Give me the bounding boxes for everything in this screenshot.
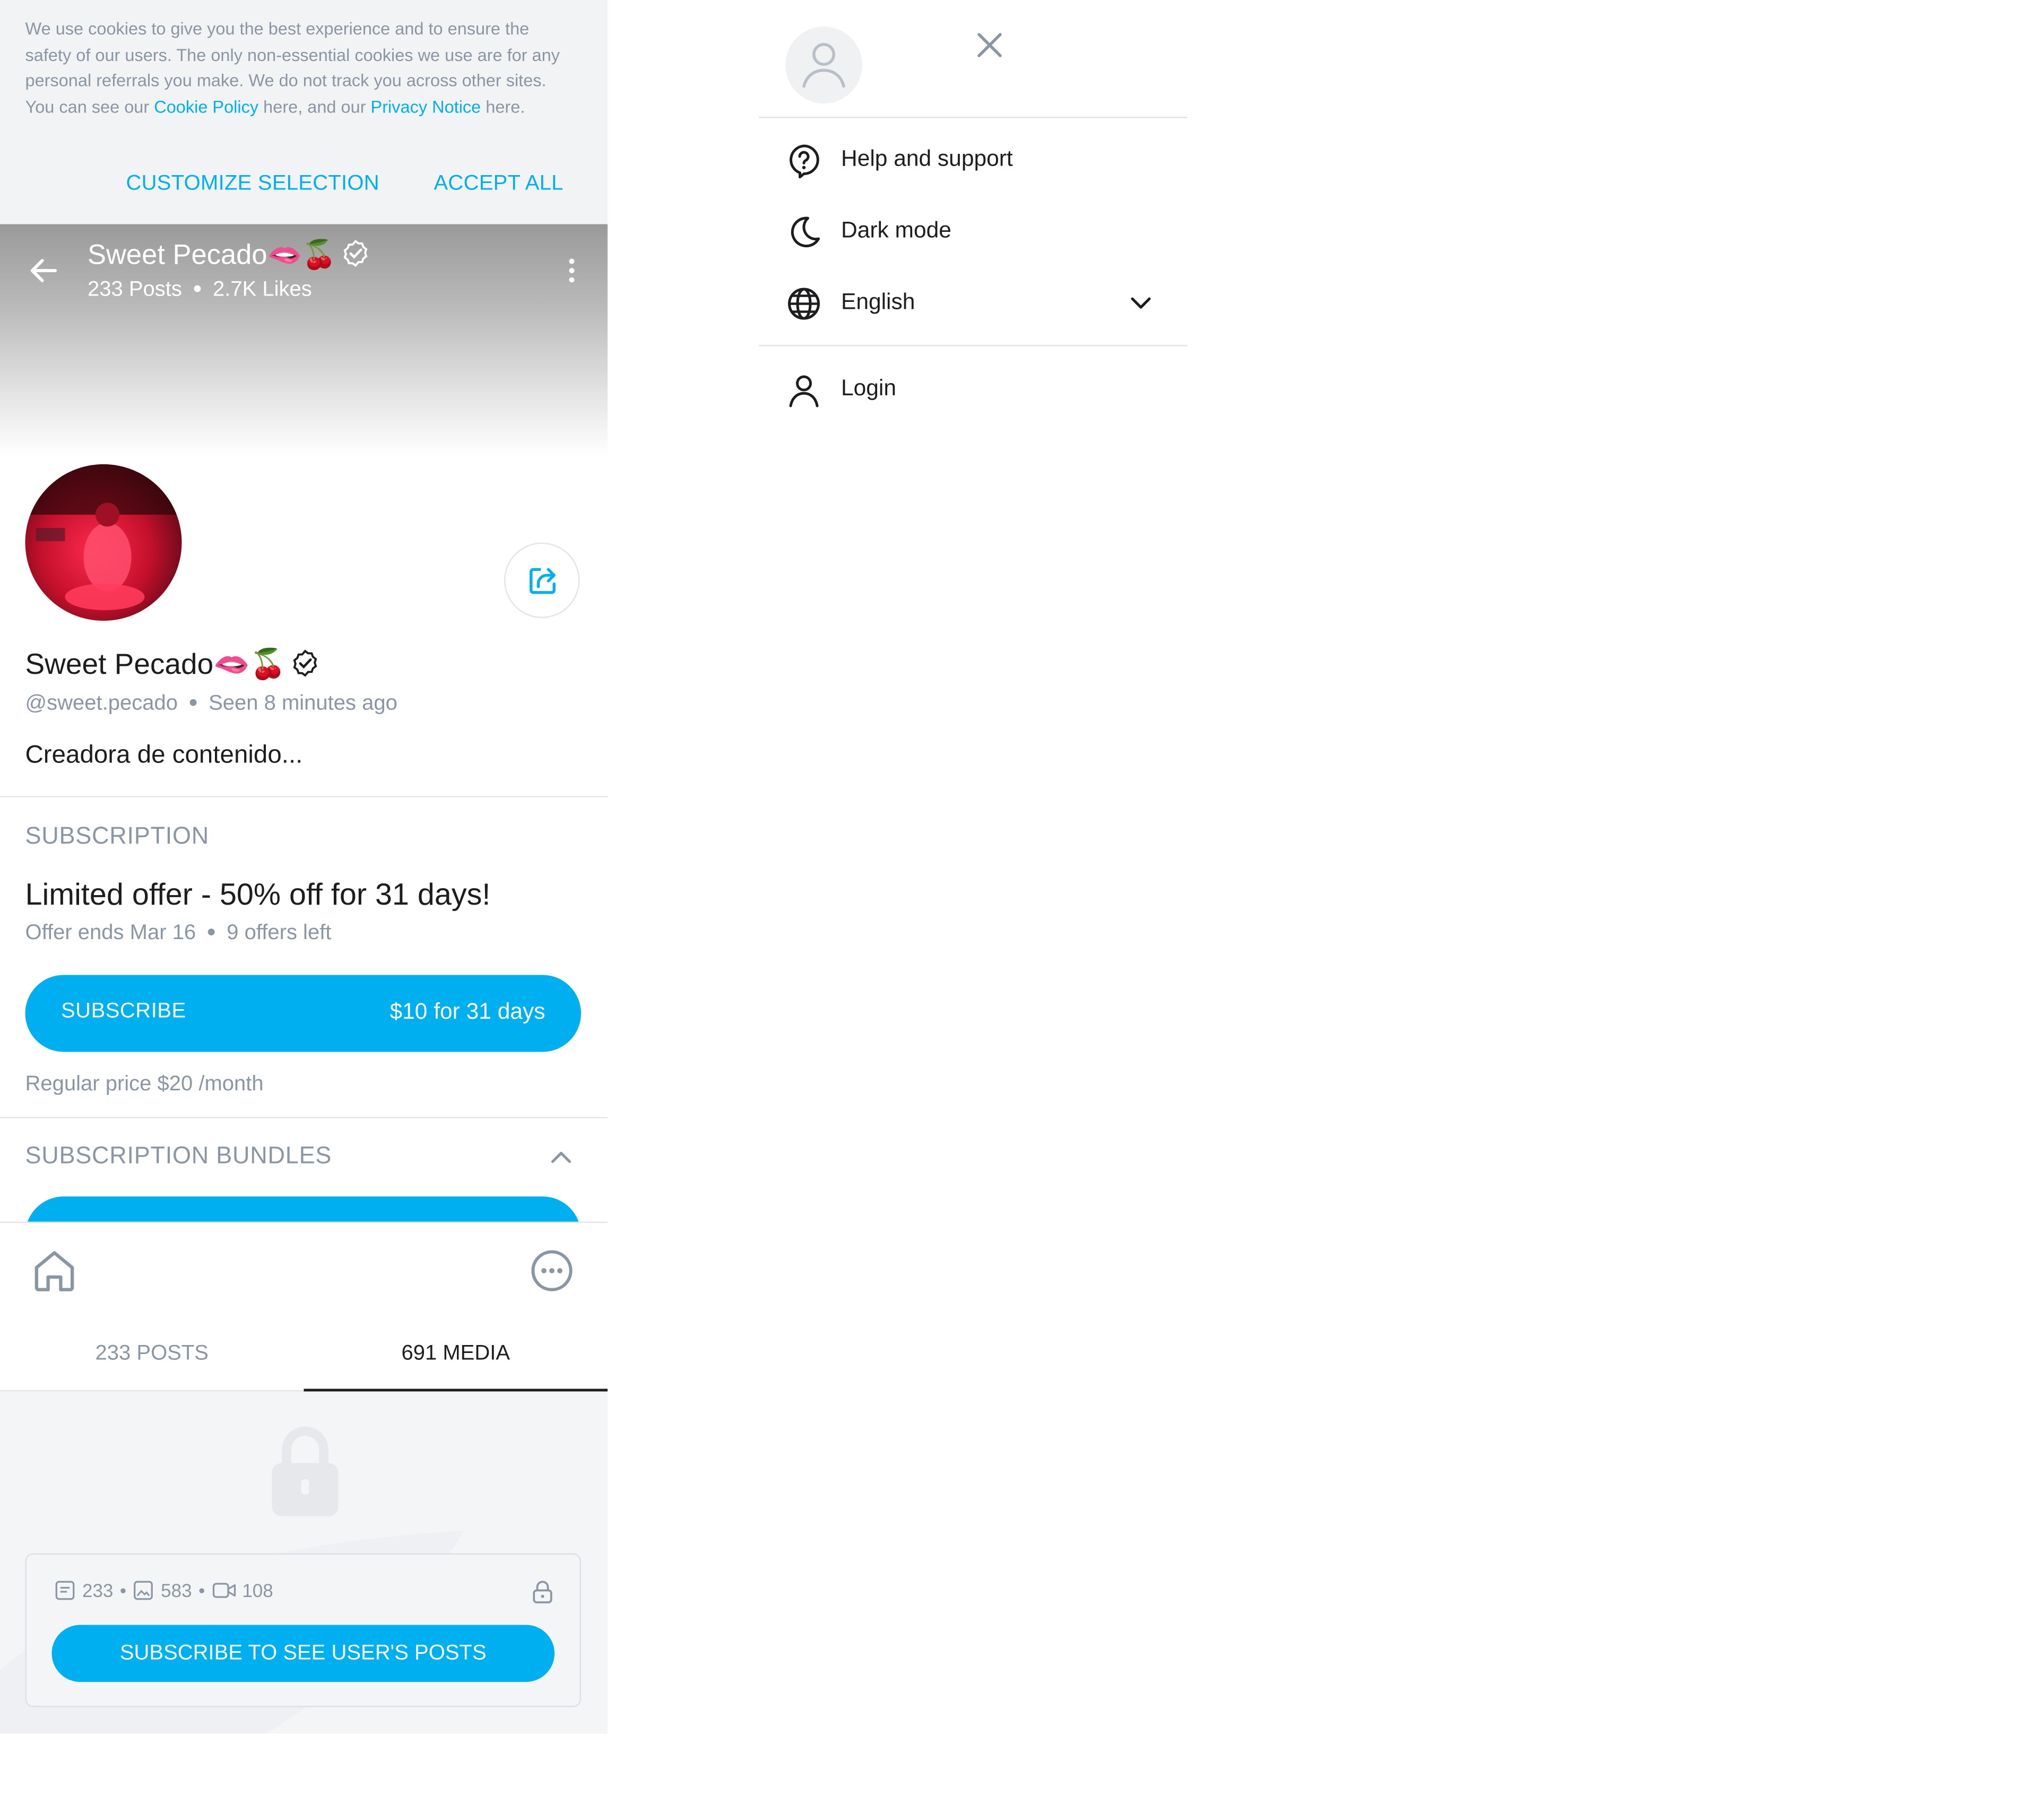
last-seen: Seen 8 minutes ago [209, 692, 397, 715]
help-icon [790, 144, 819, 179]
photo-icon [134, 1581, 153, 1600]
header-stats: 233 Posts ● 2.7K Likes [88, 279, 312, 302]
profile-name-text: Sweet Pecado🫦🍒 [25, 647, 287, 681]
separator-dot: ● [206, 922, 216, 941]
subscribe-to-see-posts-button[interactable]: SUBSCRIBE TO SEE USER'S POSTS [51, 1625, 555, 1682]
menu-item-language[interactable]: English [785, 276, 1170, 329]
separator-dot: • [119, 1580, 127, 1601]
subscribe-button[interactable]: SUBSCRIBE $10 for 31 days [25, 975, 581, 1052]
profile-name: Sweet Pecado🫦🍒 [25, 647, 319, 682]
offer-title: Limited offer - 50% off for 31 days! [25, 877, 491, 912]
chevron-up-icon[interactable] [547, 1143, 576, 1173]
divider [0, 796, 608, 797]
menu-avatar[interactable] [785, 27, 862, 103]
privacy-notice-link[interactable]: Privacy Notice [371, 96, 481, 116]
cookie-text-part: here, and our [258, 96, 371, 116]
tab-media[interactable]: 691 MEDIA [304, 1317, 608, 1392]
chevron-down-icon[interactable] [1127, 288, 1156, 317]
subscription-heading: SUBSCRIPTION [25, 822, 210, 849]
menu-divider [759, 345, 1188, 346]
avatar-photo [25, 464, 182, 621]
separator-dot: ● [192, 279, 203, 297]
cookie-policy-link[interactable]: Cookie Policy [154, 96, 258, 116]
menu-item-label: Login [841, 375, 897, 401]
menu-item-login[interactable]: Login [785, 362, 1170, 415]
back-arrow-icon[interactable] [27, 254, 61, 288]
profile-meta: @sweet.pecado ● Seen 8 minutes ago [25, 692, 397, 716]
post-icon [55, 1581, 75, 1600]
share-button[interactable] [504, 542, 580, 618]
menu-item-help[interactable]: Help and support [785, 133, 1170, 186]
profile-panel: We use cookies to give you the best expe… [0, 0, 608, 1734]
video-icon [212, 1583, 235, 1598]
offer-ends: Offer ends Mar 16 [25, 922, 196, 945]
content-tabs: 233 POSTS 691 MEDIA [0, 1317, 608, 1392]
verified-icon [292, 649, 317, 677]
separator-dot: ● [188, 692, 198, 711]
header-title: Sweet Pecado🫦🍒 [88, 239, 370, 272]
menu-item-label: Help and support [841, 146, 1013, 171]
moon-icon [791, 216, 820, 248]
profile-handle: @sweet.pecado [25, 692, 178, 715]
header-posts-count: 233 Posts [88, 279, 182, 301]
offers-left: 9 offers left [227, 922, 332, 945]
profile-bio[interactable]: Creadora de contenido... [25, 742, 303, 771]
menu-item-dark-mode[interactable]: Dark mode [785, 204, 1170, 257]
verified-icon [343, 239, 367, 267]
user-icon [789, 375, 819, 407]
offer-meta: Offer ends Mar 16 ● 9 offers left [25, 922, 332, 946]
menu-item-label: Dark mode [841, 218, 951, 243]
media-counts: 233 • 583 • 108 [55, 1580, 273, 1601]
profile-avatar[interactable] [25, 464, 182, 621]
separator-dot: • [198, 1580, 205, 1601]
tab-posts[interactable]: 233 POSTS [0, 1317, 304, 1392]
header-name: Sweet Pecado🫦🍒 [88, 240, 337, 271]
share-icon [529, 567, 555, 594]
menu-item-label: English [841, 289, 915, 315]
divider [0, 1117, 608, 1118]
user-placeholder-icon [802, 43, 845, 88]
lock-icon [533, 1581, 552, 1603]
customize-selection-button[interactable]: CUSTOMIZE SELECTION [126, 172, 379, 196]
header-likes-count: 2.7K Likes [213, 279, 312, 301]
home-icon[interactable] [29, 1246, 80, 1296]
posts-count: 233 [82, 1580, 114, 1601]
locked-posts-card: 233 • 583 • 108 SUBSCRIBE TO SEE USER'S … [25, 1553, 581, 1707]
close-icon[interactable] [974, 29, 1006, 61]
videos-count: 108 [242, 1580, 273, 1601]
bundles-heading[interactable]: SUBSCRIPTION BUNDLES [25, 1142, 332, 1170]
more-vertical-icon[interactable] [556, 255, 588, 287]
cookie-banner: We use cookies to give you the best expe… [0, 0, 608, 224]
lock-icon [272, 1426, 339, 1516]
regular-price: Regular price $20 /month [25, 1073, 264, 1096]
accept-all-button[interactable]: ACCEPT ALL [434, 172, 564, 196]
more-horizontal-icon[interactable] [528, 1247, 576, 1295]
cookie-text-part: here. [481, 96, 525, 116]
subscribe-price: $10 for 31 days [389, 999, 545, 1025]
menu-divider [759, 117, 1188, 118]
photos-count: 583 [161, 1580, 192, 1601]
cookie-text: We use cookies to give you the best expe… [25, 16, 572, 119]
subscribe-label: SUBSCRIBE [61, 1000, 186, 1023]
globe-icon [788, 288, 820, 320]
bottom-nav [0, 1221, 608, 1318]
